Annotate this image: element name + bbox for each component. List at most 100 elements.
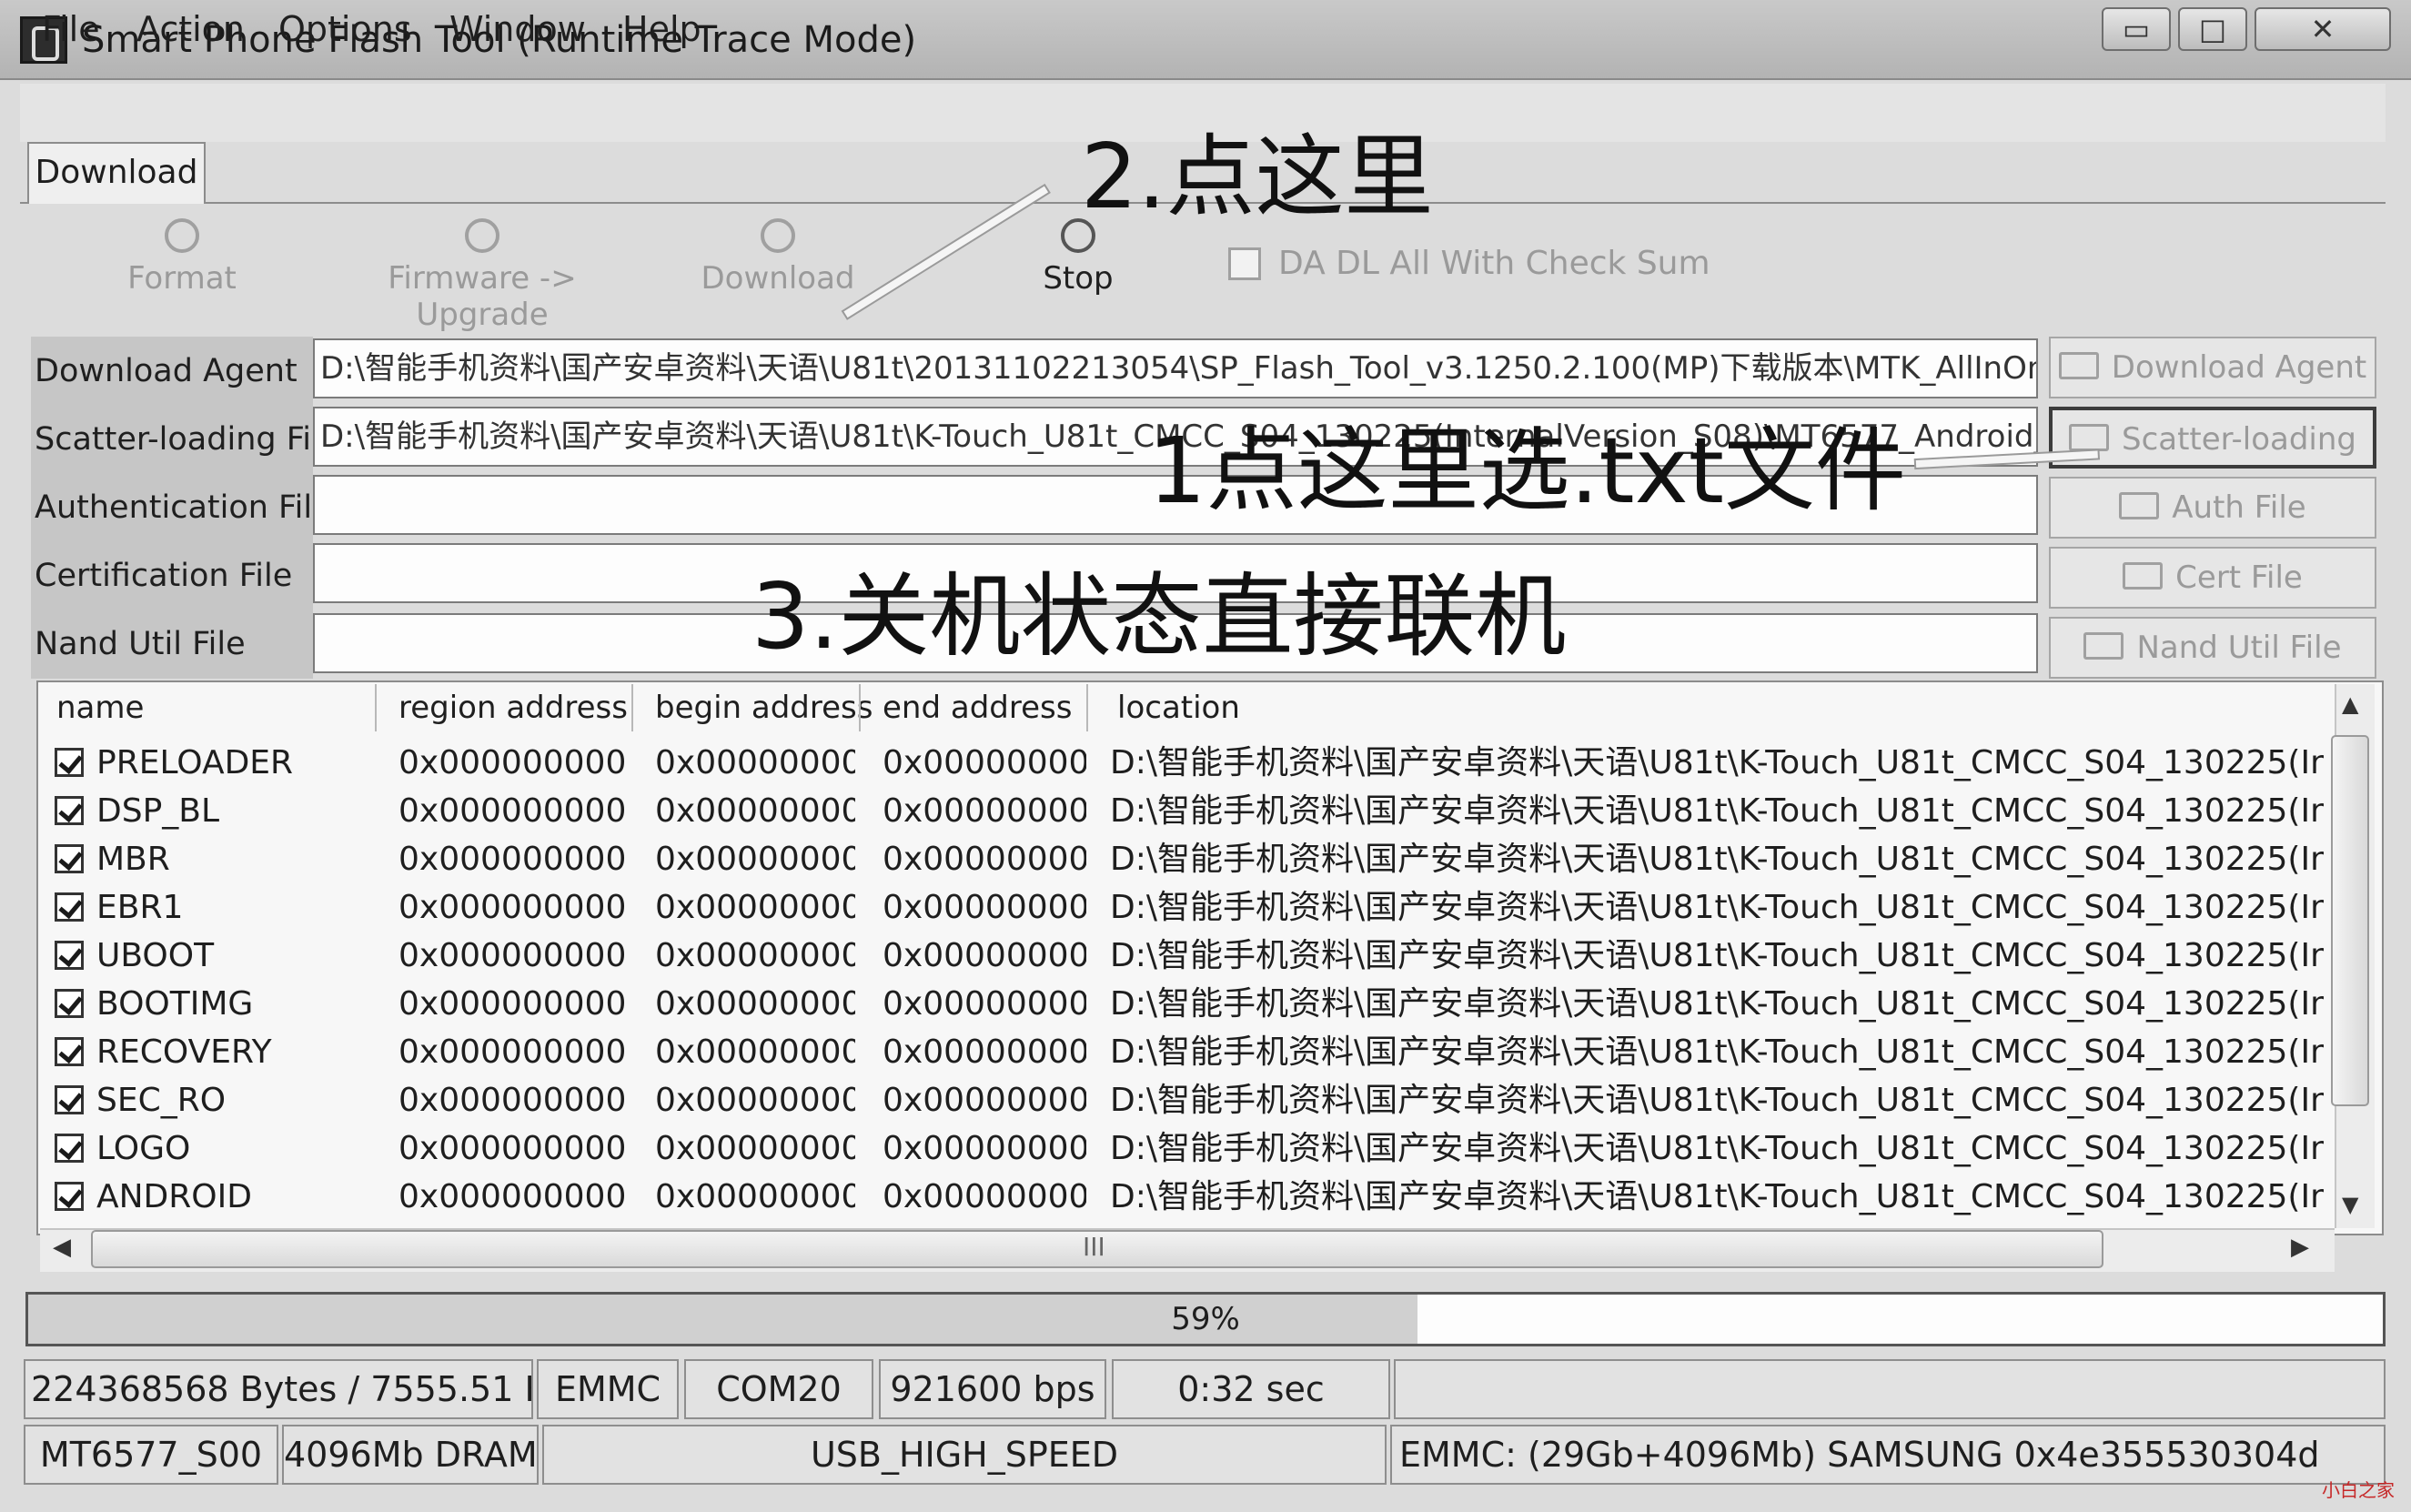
scroll-right-arrow-icon[interactable]: ▶ [2291, 1234, 2309, 1261]
table-cell-end-address: 0x00000000... [883, 937, 1086, 974]
stop-button[interactable]: Stop [1028, 218, 1128, 328]
authentication-file-label: Authentication File [35, 489, 332, 526]
column-divider[interactable] [1086, 684, 1088, 731]
table-cell-location: D:\智能手机资料\国产安卓资料\天语\U81t\K-Touch_U81t_CM… [1110, 841, 2324, 878]
table-cell-name: RECOVERY [96, 1033, 272, 1071]
table-cell-name: BOOTIMG [96, 985, 254, 1023]
row-checkbox[interactable] [55, 796, 84, 825]
auth-file-button[interactable]: Auth File [2049, 477, 2376, 539]
progress-text: 59% [1171, 1301, 1240, 1337]
checksum-checkbox[interactable] [1228, 247, 1261, 280]
download-agent-field[interactable]: D:\智能手机资料\国产安卓资料\天语\U81t\20131102213054\… [313, 338, 2038, 398]
status-port: COM20 [684, 1359, 873, 1419]
download-label: Download [701, 260, 855, 297]
format-label: Format [127, 260, 237, 297]
tab-download[interactable]: Download [27, 142, 206, 204]
row-checkbox[interactable] [55, 1037, 84, 1066]
table-cell-region-address: 0x000000000... [398, 985, 626, 1023]
row-checkbox[interactable] [55, 844, 84, 873]
row-checkbox[interactable] [55, 748, 84, 777]
folder-icon [2123, 562, 2164, 590]
table-cell-begin-address: 0x00000000... [655, 1033, 855, 1071]
row-checkbox[interactable] [55, 1182, 84, 1211]
column-header-end-address[interactable]: end address [883, 684, 1072, 731]
table-cell-name: PRELOADER [96, 744, 294, 781]
row-checkbox[interactable] [55, 1134, 84, 1163]
table-cell-end-address: 0x00000000... [883, 889, 1086, 926]
table-cell-name: ANDROID [96, 1178, 252, 1215]
row-checkbox[interactable] [55, 892, 84, 922]
format-button[interactable]: Format [109, 218, 255, 328]
table-cell-name: SEC_RO [96, 1082, 227, 1119]
status-emmc-info: EMMC: (29Gb+4096Mb) SAMSUNG 0x4e35553030… [1390, 1425, 2386, 1485]
download-agent-label: Download Agent [35, 353, 298, 389]
download-agent-button[interactable]: Download Agent [2049, 337, 2376, 398]
table-cell-location: D:\智能手机资料\国产安卓资料\天语\U81t\K-Touch_U81t_CM… [1110, 889, 2324, 926]
maximize-button[interactable]: □ [2178, 7, 2247, 51]
table-cell-begin-address: 0x00000000... [655, 985, 855, 1023]
menu-options[interactable]: Options [278, 0, 412, 58]
firmware-upgrade-label: Firmware -> Upgrade [388, 260, 577, 333]
scroll-grip: III [1083, 1232, 1105, 1262]
firmware-upgrade-icon [465, 218, 499, 253]
column-header-name[interactable]: name [56, 684, 144, 731]
status-storage: EMMC [537, 1359, 679, 1419]
scatter-loading-label: Scatter-loading File [35, 421, 340, 458]
table-cell-location: D:\智能手机资料\国产安卓资料\天语\U81t\K-Touch_U81t_CM… [1110, 744, 2324, 781]
status-baud: 921600 bps [879, 1359, 1106, 1419]
menu-file[interactable]: File [42, 0, 100, 58]
folder-icon [2058, 352, 2099, 379]
table-cell-name: MBR [96, 841, 170, 878]
menu-action[interactable]: Action [136, 0, 245, 58]
table-cell-location: D:\智能手机资料\国产安卓资料\天语\U81t\K-Touch_U81t_CM… [1110, 1178, 2324, 1215]
column-divider[interactable] [631, 684, 633, 731]
annotation-step2: 2.点这里 [1081, 126, 1434, 229]
table-cell-end-address: 0x00000000... [883, 744, 1086, 781]
table-cell-region-address: 0x000000000... [398, 1033, 626, 1071]
annotation-arrow-step2 [843, 186, 1049, 318]
menu-window[interactable]: Window [449, 0, 586, 58]
download-agent-button-label: Download Agent [2111, 349, 2367, 386]
nand-util-file-button[interactable]: Nand Util File [2049, 617, 2376, 679]
table-cell-begin-address: 0x00000000... [655, 841, 855, 878]
scroll-up-arrow-icon[interactable]: ▲ [2342, 691, 2358, 717]
status-dram: 4096Mb DRAM [282, 1425, 539, 1485]
minimize-button[interactable]: ▭ [2102, 7, 2171, 51]
status-empty [1394, 1359, 2386, 1419]
column-header-location[interactable]: location [1117, 684, 1240, 731]
firmware-upgrade-button[interactable]: Firmware -> Upgrade [328, 218, 637, 333]
menu-help[interactable]: Help [622, 0, 701, 58]
annotation-step3: 3.关机状态直接联机 [752, 563, 1567, 670]
annotation-step1: 1点这里选.txt文件 [1148, 418, 1907, 524]
table-cell-location: D:\智能手机资料\国产安卓资料\天语\U81t\K-Touch_U81t_CM… [1110, 1082, 2324, 1119]
column-header-region-address[interactable]: region address [398, 684, 628, 731]
certification-file-label: Certification File [35, 558, 293, 594]
table-cell-end-address: 0x00000000... [883, 841, 1086, 878]
table-cell-location: D:\智能手机资料\国产安卓资料\天语\U81t\K-Touch_U81t_CM… [1110, 1033, 2324, 1071]
column-header-begin-address[interactable]: begin address [655, 684, 873, 731]
scroll-left-arrow-icon[interactable]: ◀ [53, 1234, 71, 1261]
column-divider[interactable] [375, 684, 377, 731]
download-button[interactable]: Download [701, 218, 855, 328]
cert-file-button[interactable]: Cert File [2049, 547, 2376, 609]
table-cell-end-address: 0x00000000... [883, 985, 1086, 1023]
table-cell-region-address: 0x000000000... [398, 1082, 626, 1119]
row-checkbox[interactable] [55, 1085, 84, 1114]
column-divider[interactable] [859, 684, 861, 731]
scatter-loading-button-label: Scatter-loading [2121, 421, 2356, 458]
scatter-loading-button[interactable]: Scatter-loading [2049, 407, 2376, 469]
vertical-scroll-thumb[interactable] [2331, 735, 2369, 1106]
folder-icon [2083, 632, 2124, 660]
table-cell-begin-address: 0x00000000... [655, 937, 855, 974]
status-chip: MT6577_S00 [24, 1425, 278, 1485]
status-bytes: 224368568 Bytes / 7555.51 KB [24, 1359, 533, 1419]
row-checkbox[interactable] [55, 989, 84, 1018]
close-button[interactable]: ✕ [2255, 7, 2391, 51]
table-cell-region-address: 0x000000000... [398, 744, 626, 781]
scroll-down-arrow-icon[interactable]: ▼ [2342, 1192, 2358, 1217]
table-cell-begin-address: 0x00000000... [655, 792, 855, 830]
nand-util-file-label: Nand Util File [35, 626, 246, 662]
table-cell-end-address: 0x00000000... [883, 1130, 1086, 1167]
row-checkbox[interactable] [55, 941, 84, 970]
table-cell-region-address: 0x000000000... [398, 841, 626, 878]
